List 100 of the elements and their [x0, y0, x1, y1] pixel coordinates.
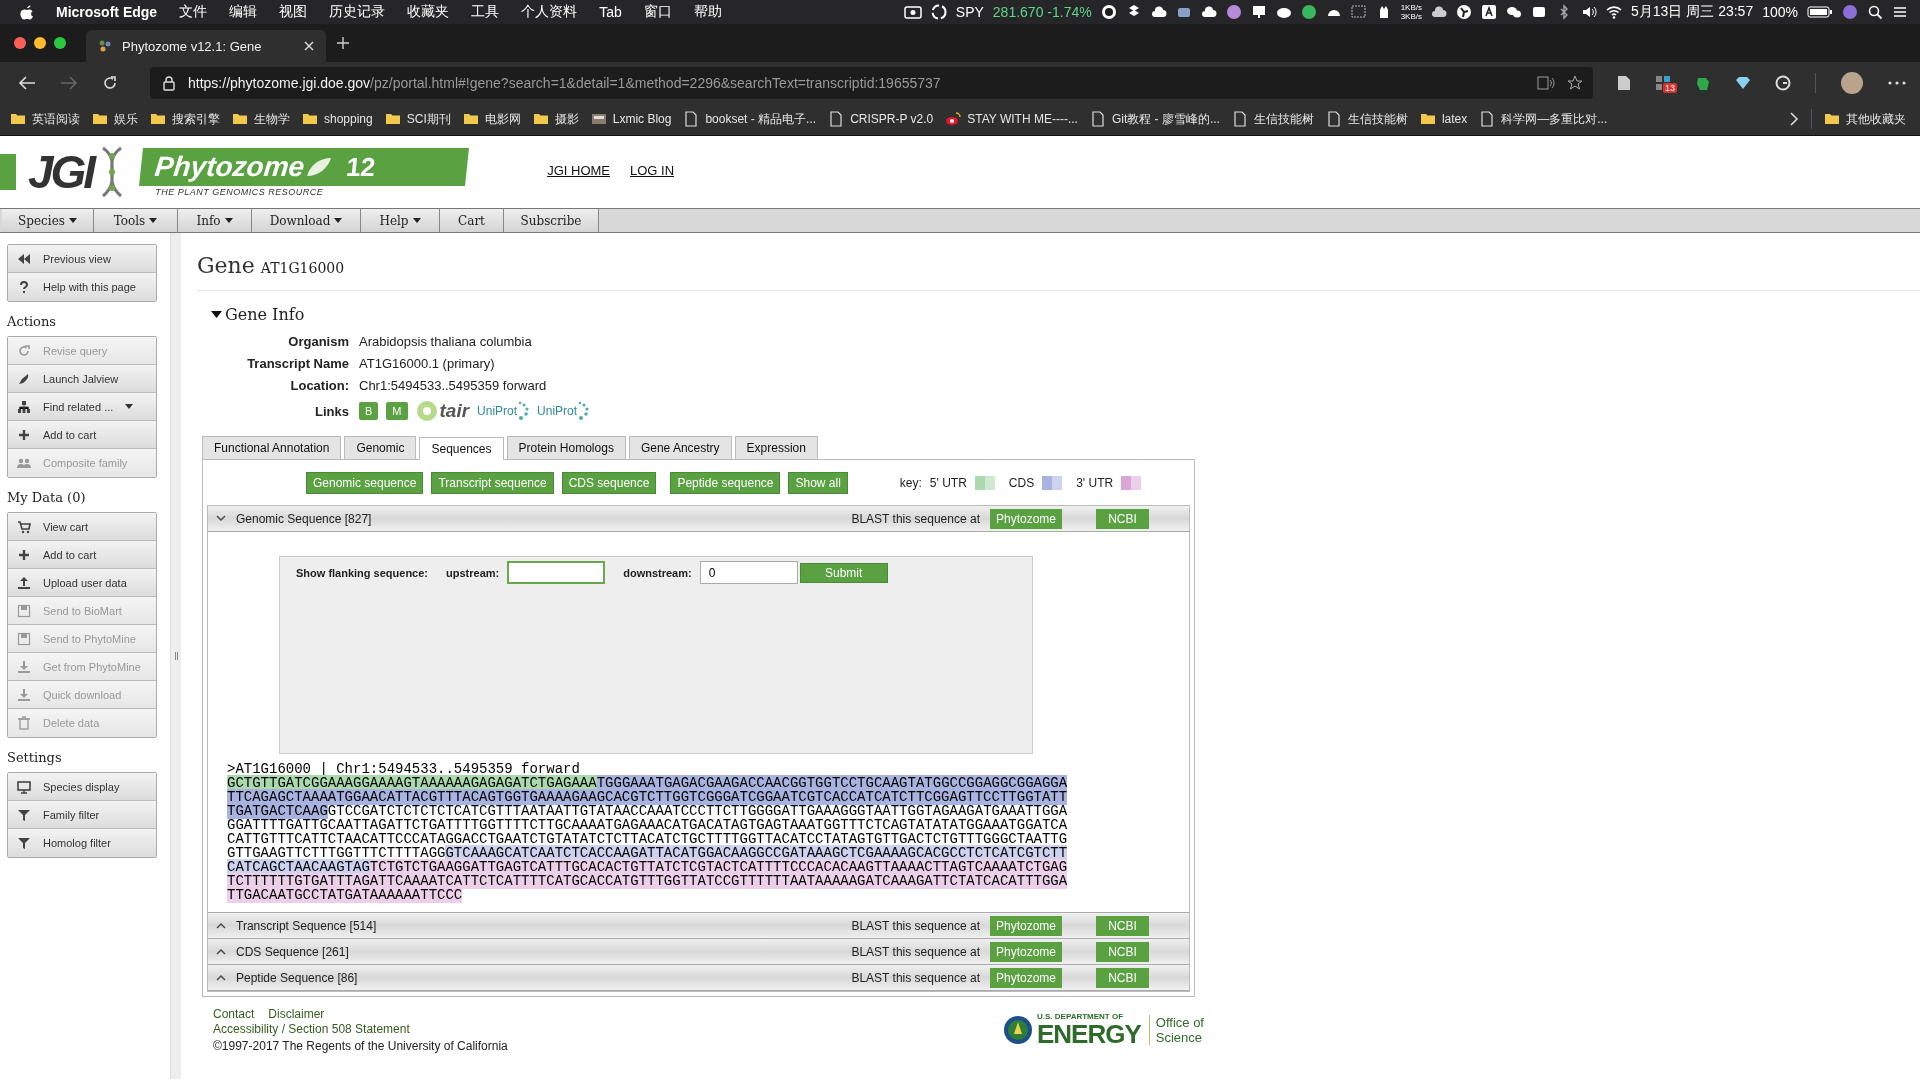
more-icon[interactable]	[1888, 80, 1906, 85]
footer-link[interactable]: Accessibility / Section 508 Statement	[213, 1022, 410, 1036]
monitor-icon	[17, 779, 31, 794]
menu-item[interactable]: 工具	[471, 3, 500, 21]
sidebar-button[interactable]: Previous view	[8, 245, 156, 273]
bookmark[interactable]: 英语阅读	[10, 110, 80, 128]
section-toggle[interactable]: Gene Info	[211, 305, 305, 324]
key-label: key:	[899, 476, 922, 490]
bookmark[interactable]: 搜索引擎	[150, 110, 220, 128]
tab[interactable]: Functional Annotation	[202, 436, 342, 459]
nav-menu-button[interactable]: Help	[361, 209, 440, 232]
bookmark[interactable]: 生物学	[232, 110, 290, 128]
sequence-line: TGATGACTCAAGGTCCGATCTCTCTCTCATCGTTTAATAATTGTATAACCAAATCCCTTCTTGGGGATTGAAAGGGTAATTGGTAGAAGATGAAATTGGA	[227, 804, 1068, 818]
grammar-icon[interactable]	[1775, 74, 1791, 91]
minimize-window-icon[interactable]	[34, 37, 46, 49]
tab[interactable]: Protein Homologs	[506, 436, 626, 459]
filter-icon	[17, 807, 31, 822]
key-label: 3' UTR	[1076, 476, 1114, 490]
footer-link[interactable]: Disclaimer	[268, 1007, 325, 1021]
input-field[interactable]	[507, 561, 606, 584]
url-text: https://phytozome.jgi.doe.gov/pz/portal.html#!gene?search=1&detail=1&method=2296&searchText=transcriptid:19655737	[188, 74, 941, 91]
input-field[interactable]: 0	[699, 561, 798, 584]
tab[interactable]: Sequences	[419, 437, 504, 460]
app-menu[interactable]: Microsoft Edge	[56, 4, 158, 20]
sidebar-button[interactable]: View cart	[8, 513, 156, 541]
bookmark[interactable]: 其他收藏夹	[1824, 110, 1906, 128]
sidebar-button[interactable]: Species display	[8, 773, 156, 801]
header-link[interactable]: JGI HOME	[547, 162, 610, 178]
menu-item[interactable]: 编辑	[229, 3, 258, 21]
new-tab-icon[interactable]	[336, 36, 350, 50]
battery-icon	[1807, 5, 1833, 19]
tab[interactable]: Gene Ancestry	[628, 436, 732, 459]
bookmark[interactable]: Lxmic Blog	[590, 111, 672, 127]
bookmark[interactable]: shopping	[302, 111, 373, 127]
chat-icon	[1506, 4, 1522, 20]
nav-menu-button[interactable]: Subscribe	[504, 209, 599, 232]
sidebar-button[interactable]: Launch Jalview	[8, 365, 156, 393]
orb-icon[interactable]	[1842, 4, 1858, 20]
nav-menu-button[interactable]: Download	[252, 209, 361, 232]
menu-item[interactable]: 收藏夹	[407, 3, 450, 21]
star-icon[interactable]	[1567, 74, 1583, 91]
tab[interactable]: Expression	[734, 436, 818, 459]
menu-item[interactable]: Tab	[599, 4, 622, 20]
bookmark[interactable]: CRISPR-P v2.0	[828, 111, 934, 127]
splitter-handle[interactable]	[170, 233, 181, 1079]
browser-tab[interactable]: Phytozome v12.1: Gene	[86, 30, 326, 62]
menu-item[interactable]: 历史记录	[329, 3, 386, 21]
sidebar-button[interactable]: Upload user data	[8, 569, 156, 597]
menu-icon[interactable]	[1892, 4, 1908, 20]
nav-menu-button[interactable]: Species	[2, 209, 94, 232]
bookmark[interactable]: 科学网—多重比对...	[1479, 110, 1608, 128]
uniprot-link[interactable]: UniProt	[537, 401, 590, 421]
reload-icon[interactable]	[102, 74, 118, 91]
footer-link[interactable]: Contact	[213, 1007, 255, 1021]
sidebar-button[interactable]: Help with this page	[8, 273, 156, 301]
bookmark[interactable]: bookset - 精品电子...	[683, 110, 817, 128]
bookmark[interactable]: SCI期刊	[384, 110, 451, 128]
close-window-icon[interactable]	[14, 37, 26, 49]
address-field[interactable]: https://phytozome.jgi.doe.gov/pz/portal.html#!gene?search=1&detail=1&method=2296&searchText=transcriptid:19655737	[150, 66, 1593, 99]
nav-menu-button[interactable]: Tools	[94, 209, 178, 232]
bookmark[interactable]: 生信技能树	[1325, 110, 1408, 128]
search-icon[interactable]	[1867, 4, 1883, 20]
bookmark[interactable]: 娱乐	[92, 110, 138, 128]
bookmark[interactable]: Git教程 - 廖雪峰的...	[1089, 110, 1220, 128]
read-aloud-icon[interactable]	[1537, 74, 1555, 91]
nav-menu-button[interactable]: Cart	[440, 209, 504, 232]
close-icon[interactable]	[304, 41, 314, 51]
bookmark[interactable]: 电影网	[462, 110, 521, 128]
section-heading: My Data (0)	[7, 489, 87, 507]
upload-speed: 1KB/s	[1400, 3, 1422, 12]
sidebar-button[interactable]: Homolog filter	[8, 829, 156, 857]
nav-menu-button[interactable]: Info	[178, 209, 252, 232]
bookmark[interactable]: 摄影	[532, 110, 579, 128]
swirl-icon	[945, 111, 962, 127]
gene-id: AT1G16000	[260, 260, 345, 276]
menu-item[interactable]: 个人资料	[521, 3, 578, 21]
bookmark[interactable]: latex	[1419, 111, 1468, 127]
menu-item[interactable]: 视图	[279, 3, 308, 21]
menu-item[interactable]: 帮助	[693, 3, 722, 21]
back-icon[interactable]	[18, 74, 36, 91]
header-link[interactable]: LOG IN	[630, 162, 675, 178]
zoom-window-icon[interactable]	[54, 37, 66, 49]
document-icon[interactable]	[1617, 74, 1631, 91]
sidebar-button[interactable]: Add to cart	[8, 421, 156, 449]
uniprot-link[interactable]: UniProt	[477, 401, 530, 421]
sidebar-button[interactable]: Find related ...	[8, 393, 156, 421]
chevron-right-icon[interactable]	[1789, 112, 1799, 126]
diamond-icon[interactable]	[1735, 74, 1751, 91]
tab[interactable]: Genomic	[344, 436, 417, 459]
bookmark[interactable]: STAY WITH ME----...	[945, 111, 1078, 127]
menu-item[interactable]: 文件	[179, 3, 208, 21]
apple-icon[interactable]	[20, 4, 34, 20]
avatar-icon[interactable]	[1840, 70, 1864, 95]
bookmark[interactable]: 生信技能树	[1231, 110, 1314, 128]
sidebar-button[interactable]: Family filter	[8, 801, 156, 829]
dotted-arc-icon	[517, 401, 530, 421]
sidebar-button[interactable]: Add to cart	[8, 541, 156, 569]
forward-icon[interactable]	[60, 74, 78, 91]
tair-link[interactable]: tair	[415, 400, 470, 422]
menu-item[interactable]: 窗口	[643, 3, 672, 21]
